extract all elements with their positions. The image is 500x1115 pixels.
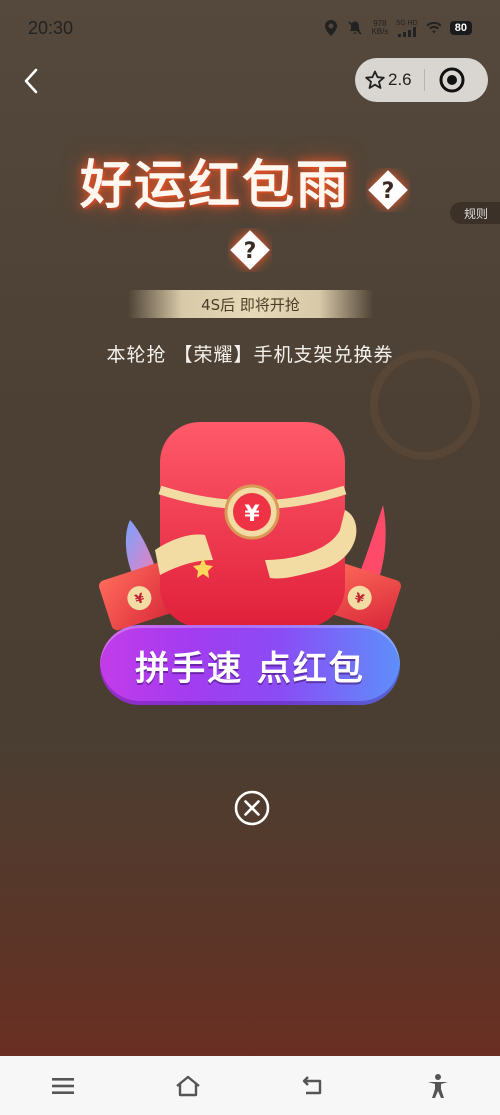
wifi-icon xyxy=(426,20,442,36)
svg-text:?: ? xyxy=(244,239,257,264)
countdown-banner: 4S后 即将开抢 xyxy=(128,290,373,318)
signal: 5G HD xyxy=(396,19,418,37)
rating-button[interactable]: 2.6 xyxy=(365,70,412,90)
back-button[interactable] xyxy=(16,64,46,98)
signal-label: 5G HD xyxy=(396,19,418,27)
prize-description: 本轮抢 【荣耀】手机支架兑换券 xyxy=(106,344,394,366)
screen: 20:30 978 KB/s 5G HD 80 2.6 规则 好运红包雨 ? ?… xyxy=(0,0,500,1056)
return-icon xyxy=(302,1075,321,1094)
grab-red-packet-button[interactable]: 拼手速 点红包 xyxy=(100,625,400,705)
status-time: 20:30 xyxy=(28,17,74,38)
location-icon xyxy=(323,20,339,36)
menu-button[interactable] xyxy=(43,1066,83,1106)
home-button[interactable] xyxy=(168,1066,208,1106)
net-speed-unit: KB/s xyxy=(371,27,389,36)
coin-symbol: ¥ xyxy=(244,502,260,527)
signal-bars-icon xyxy=(398,26,417,37)
question-icon[interactable]: ? xyxy=(366,168,410,212)
mute-bell-icon xyxy=(347,20,363,36)
capsule-divider xyxy=(423,69,425,91)
miniapp-capsule: 2.6 xyxy=(355,58,488,102)
net-speed: 978 KB/s xyxy=(371,20,388,36)
target-icon[interactable] xyxy=(439,67,465,93)
status-icons: 978 KB/s 5G HD 80 xyxy=(323,20,472,37)
battery-indicator: 80 xyxy=(449,21,472,35)
system-navigation-bar xyxy=(0,1056,500,1115)
close-circle-icon[interactable] xyxy=(232,788,272,828)
back-icon xyxy=(24,68,38,94)
question-icon[interactable]: ? xyxy=(228,228,272,272)
star-icon xyxy=(365,70,385,89)
svg-text:?: ? xyxy=(382,179,395,204)
return-button[interactable] xyxy=(293,1066,333,1106)
accessibility-button[interactable] xyxy=(418,1066,458,1106)
accessibility-icon xyxy=(427,1073,448,1098)
home-icon xyxy=(175,1075,200,1096)
red-packet-illustration[interactable]: ¥ ¥ ¥ xyxy=(95,410,405,650)
status-bar: 20:30 978 KB/s 5G HD 80 xyxy=(0,0,500,56)
menu-icon xyxy=(51,1077,74,1094)
rules-button[interactable]: 规则 xyxy=(450,202,500,224)
rating-value: 2.6 xyxy=(388,70,412,89)
